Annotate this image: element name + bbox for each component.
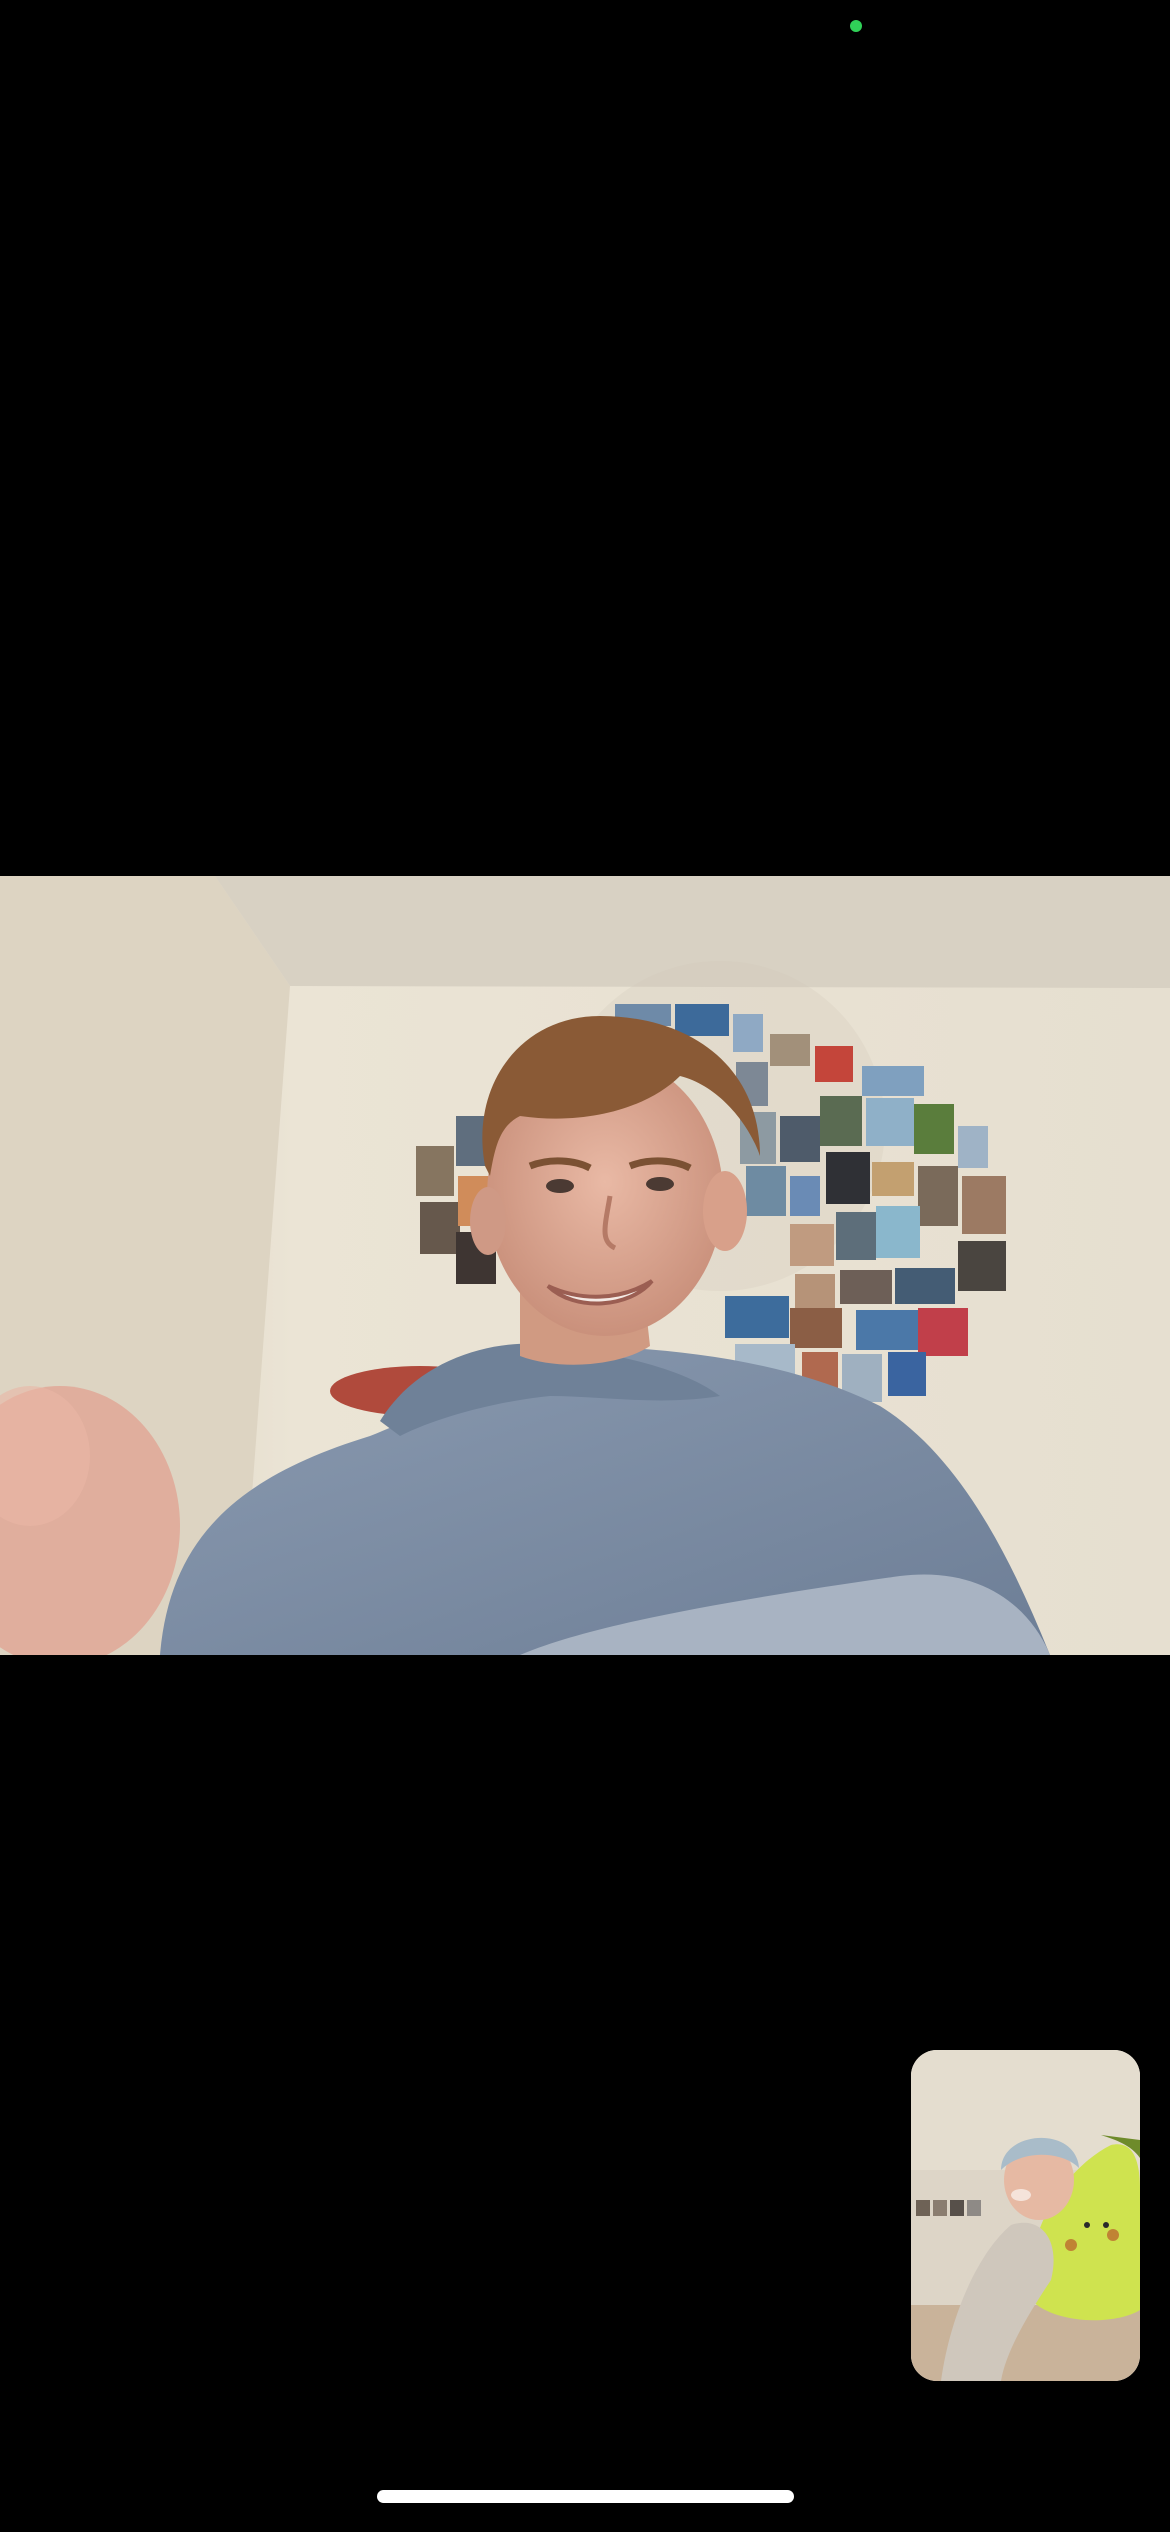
remote-video-image: [0, 876, 1170, 1655]
facetime-call-screen: [0, 0, 1170, 2532]
home-indicator[interactable]: [377, 2490, 794, 2503]
camera-in-use-icon: [850, 20, 862, 32]
remote-video-feed[interactable]: [0, 876, 1170, 1655]
self-view-image: [911, 2050, 1140, 2381]
self-view-thumbnail[interactable]: [911, 2050, 1140, 2381]
